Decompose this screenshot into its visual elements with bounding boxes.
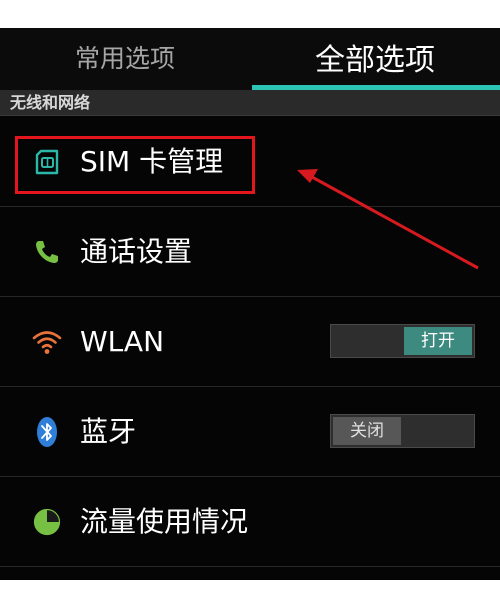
tab-bar: 常用选项 全部选项 xyxy=(0,28,500,90)
wlan-toggle[interactable]: 打开 xyxy=(330,324,475,358)
settings-item-data-usage[interactable]: 流量使用情况 xyxy=(0,477,500,567)
settings-item-label: SIM 卡管理 xyxy=(80,145,224,178)
sim-card-icon xyxy=(30,145,64,179)
settings-item-label: 通话设置 xyxy=(80,235,193,268)
settings-item-label: WLAN xyxy=(80,325,165,358)
section-header-wireless-networks: 无线和网络 xyxy=(0,90,500,116)
tab-common-options[interactable]: 常用选项 xyxy=(0,28,250,86)
bluetooth-icon xyxy=(30,415,64,449)
tab-all-options[interactable]: 全部选项 xyxy=(250,28,500,86)
settings-item-bluetooth[interactable]: 蓝牙 关闭 xyxy=(0,387,500,477)
wlan-toggle-on-label: 打开 xyxy=(404,327,472,355)
settings-item-label: 蓝牙 xyxy=(80,415,137,448)
settings-item-sim-management[interactable]: SIM 卡管理 xyxy=(0,117,500,207)
bluetooth-toggle[interactable]: 关闭 xyxy=(330,414,475,448)
settings-screen: 常用选项 全部选项 无线和网络 SIM 卡管理 通话设置 WLAN 打开 蓝牙 … xyxy=(0,28,500,580)
settings-item-label: 流量使用情况 xyxy=(80,505,249,538)
phone-icon xyxy=(30,235,64,269)
settings-item-call-settings[interactable]: 通话设置 xyxy=(0,207,500,297)
data-usage-icon xyxy=(30,505,64,539)
settings-item-wlan[interactable]: WLAN 打开 xyxy=(0,297,500,387)
wifi-icon xyxy=(30,325,64,359)
bluetooth-toggle-off-label: 关闭 xyxy=(333,417,401,445)
